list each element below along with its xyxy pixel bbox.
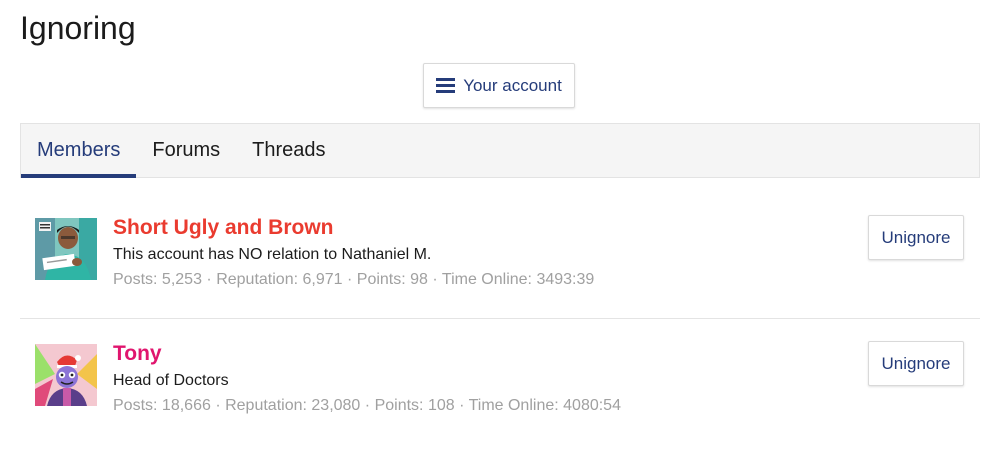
reputation-value: 23,080 (311, 397, 361, 414)
reputation-label: Reputation: (225, 397, 307, 414)
member-stats: Posts: 18,666 · Reputation: 23,080 · Poi… (113, 397, 621, 415)
points-label: Points: (374, 397, 424, 414)
avatar[interactable] (35, 344, 97, 406)
member-name-link[interactable]: Tony (113, 342, 162, 366)
tab-members[interactable]: Members (21, 124, 137, 178)
posts-label: Posts: (113, 271, 158, 288)
posts-value: 5,253 (161, 271, 202, 288)
reputation-value: 6,971 (302, 271, 343, 288)
tab-forums[interactable]: Forums (136, 124, 236, 177)
member-row: Short Ugly and Brown This account has NO… (20, 200, 980, 318)
points-label: Points: (356, 271, 406, 288)
time-online-label: Time Online: (468, 397, 559, 414)
unignore-button[interactable]: Unignore (868, 215, 964, 260)
member-row: Tony Head of Doctors Posts: 18,666 · Rep… (20, 326, 980, 444)
member-stats: Posts: 5,253 · Reputation: 6,971 · Point… (113, 271, 594, 289)
points-value: 108 (427, 397, 455, 414)
posts-value: 18,666 (161, 397, 211, 414)
member-name-link[interactable]: Short Ugly and Brown (113, 216, 334, 240)
reputation-label: Reputation: (216, 271, 299, 288)
posts-label: Posts: (113, 397, 158, 414)
points-value: 98 (410, 271, 428, 288)
unignore-button[interactable]: Unignore (868, 341, 964, 386)
tab-threads[interactable]: Threads (236, 124, 341, 177)
member-tagline: This account has NO relation to Nathanie… (113, 246, 432, 263)
time-online-label: Time Online: (441, 271, 532, 288)
time-online-value: 3493:39 (536, 271, 595, 288)
time-online-value: 4080:54 (563, 397, 621, 414)
page-title: Ignoring (20, 10, 136, 46)
avatar[interactable] (35, 218, 97, 280)
your-account-button[interactable]: Your account (423, 63, 575, 108)
member-tagline: Head of Doctors (113, 372, 229, 389)
your-account-label: Your account (463, 75, 562, 95)
divider (20, 318, 980, 319)
tab-bar: Members Forums Threads (20, 123, 980, 178)
hamburger-menu-icon (436, 78, 456, 93)
